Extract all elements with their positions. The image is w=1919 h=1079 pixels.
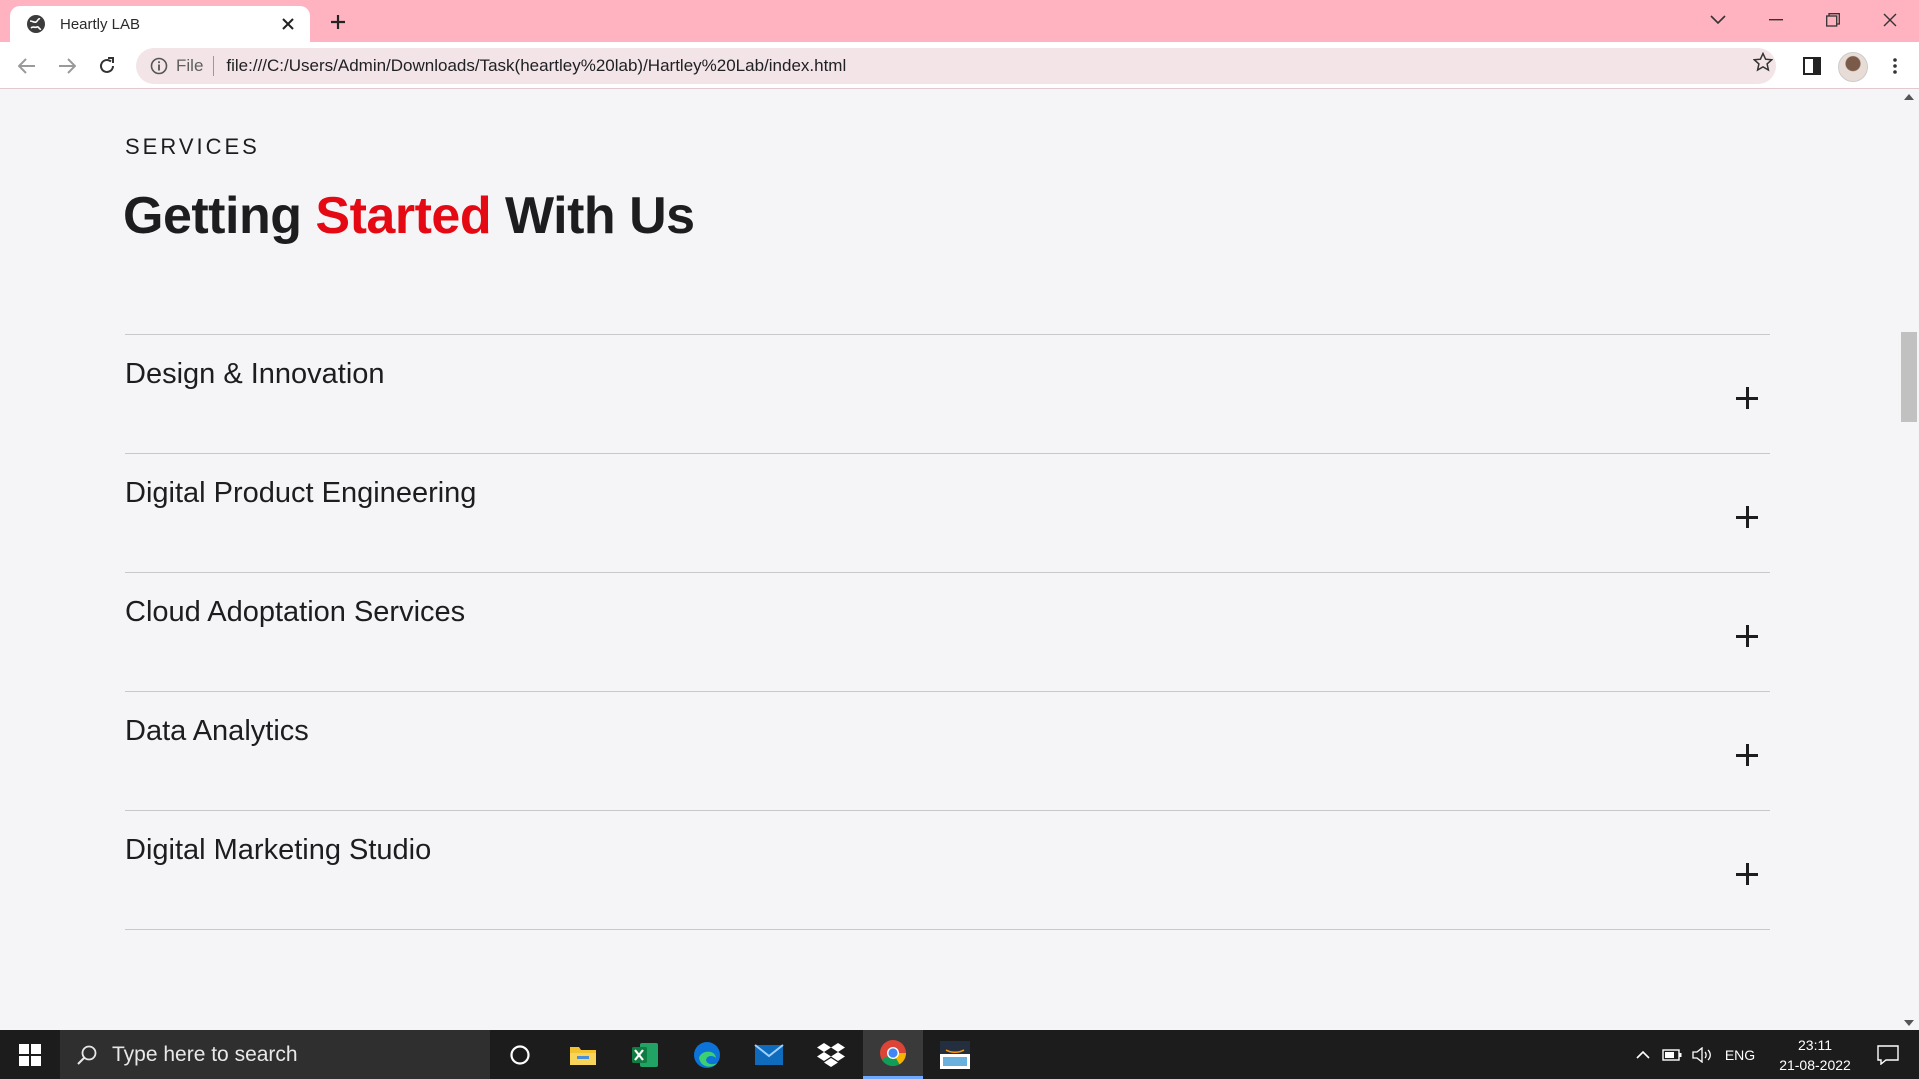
browser-tab[interactable]: Heartly LAB — [10, 6, 310, 42]
page-heading: Getting Started With Us — [123, 186, 695, 246]
clock-date: 21-08-2022 — [1779, 1057, 1851, 1073]
system-clock[interactable]: 23:11 21-08-2022 — [1760, 1035, 1870, 1075]
accordion-item-label: Data Analytics — [125, 715, 309, 747]
restore-window-icon[interactable] — [1805, 0, 1861, 40]
search-icon — [76, 1044, 98, 1066]
notifications-icon[interactable] — [1866, 1030, 1910, 1079]
accordion-item-label: Digital Marketing Studio — [125, 834, 432, 866]
clock-time: 23:11 — [1798, 1037, 1832, 1053]
accordion-item-data-analytics[interactable]: Data Analytics — [125, 692, 1770, 811]
scroll-down-arrow-icon[interactable] — [1904, 1020, 1914, 1026]
language-label: ENG — [1724, 1046, 1756, 1063]
dropbox-icon[interactable] — [801, 1030, 861, 1079]
services-accordion: Design & Innovation Digital Product Engi… — [125, 334, 1770, 930]
plus-icon[interactable] — [1736, 744, 1760, 768]
show-hidden-icons-chevron-icon[interactable] — [1633, 1030, 1653, 1079]
windows-taskbar: Type here to search ENG 23:11 21-08-2022 — [0, 1030, 1919, 1079]
globe-icon — [26, 14, 46, 34]
back-arrow-icon[interactable] — [13, 52, 41, 80]
address-bar[interactable]: File file:///C:/Users/Admin/Downloads/Ta… — [136, 48, 1776, 84]
search-placeholder: Type here to search — [112, 1042, 298, 1066]
battery-icon[interactable] — [1660, 1030, 1684, 1079]
close-window-icon[interactable] — [1862, 0, 1918, 40]
edge-icon[interactable] — [677, 1030, 737, 1079]
page-scrollbar[interactable] — [1898, 90, 1919, 1030]
taskbar-search-box[interactable]: Type here to search — [60, 1030, 490, 1079]
web-page: SERVICES Getting Started With Us Design … — [0, 90, 1898, 1030]
scrollbar-thumb[interactable] — [1901, 332, 1917, 422]
accordion-item-label: Cloud Adoptation Services — [125, 596, 466, 628]
plus-icon[interactable] — [1736, 863, 1760, 887]
browser-menu-icon[interactable] — [1881, 52, 1909, 80]
bookmark-star-icon[interactable] — [1752, 51, 1774, 73]
chrome-icon[interactable] — [863, 1030, 923, 1079]
section-eyebrow: SERVICES — [125, 134, 260, 159]
scroll-up-arrow-icon[interactable] — [1904, 94, 1914, 100]
accordion-item-design-innovation[interactable]: Design & Innovation — [125, 335, 1770, 454]
site-info-icon[interactable] — [150, 57, 168, 75]
cortana-icon[interactable] — [490, 1030, 550, 1079]
plus-icon[interactable] — [1736, 506, 1760, 530]
forward-arrow-icon[interactable] — [53, 52, 81, 80]
plus-icon[interactable] — [1736, 625, 1760, 649]
heading-accent-word: Started — [315, 187, 492, 245]
close-tab-icon[interactable] — [278, 14, 298, 34]
file-explorer-icon[interactable] — [553, 1030, 613, 1079]
side-panel-icon[interactable] — [1798, 52, 1826, 80]
heading-text-end: With Us — [491, 187, 695, 245]
input-language-indicator[interactable]: ENG — [1720, 1030, 1760, 1079]
heading-text-start: Getting — [123, 187, 316, 245]
windows-start-icon[interactable] — [0, 1030, 60, 1079]
new-tab-button[interactable] — [325, 9, 351, 35]
mail-icon[interactable] — [739, 1030, 799, 1079]
accordion-item-label: Digital Product Engineering — [125, 477, 477, 509]
browser-toolbar: File file:///C:/Users/Admin/Downloads/Ta… — [0, 42, 1919, 112]
plus-icon[interactable] — [1736, 387, 1760, 411]
address-separator — [213, 56, 215, 76]
accordion-item-cloud-adoptation-services[interactable]: Cloud Adoptation Services — [125, 573, 1770, 692]
accordion-item-label: Design & Innovation — [125, 358, 385, 390]
excel-icon[interactable] — [615, 1030, 675, 1079]
tab-search-dropdown-icon[interactable] — [1690, 0, 1746, 40]
browser-tab-strip: Heartly LAB — [0, 0, 1919, 42]
profile-avatar[interactable] — [1838, 52, 1868, 82]
amazon-icon[interactable] — [925, 1030, 985, 1079]
volume-icon[interactable] — [1690, 1030, 1714, 1079]
minimize-window-icon[interactable] — [1748, 0, 1804, 40]
address-url[interactable]: file:///C:/Users/Admin/Downloads/Task(he… — [226, 56, 1776, 76]
accordion-item-digital-marketing-studio[interactable]: Digital Marketing Studio — [125, 811, 1770, 930]
address-scheme-label: File — [176, 56, 204, 75]
tab-title: Heartly LAB — [60, 15, 141, 33]
reload-icon[interactable] — [93, 52, 121, 80]
accordion-item-digital-product-engineering[interactable]: Digital Product Engineering — [125, 454, 1770, 573]
